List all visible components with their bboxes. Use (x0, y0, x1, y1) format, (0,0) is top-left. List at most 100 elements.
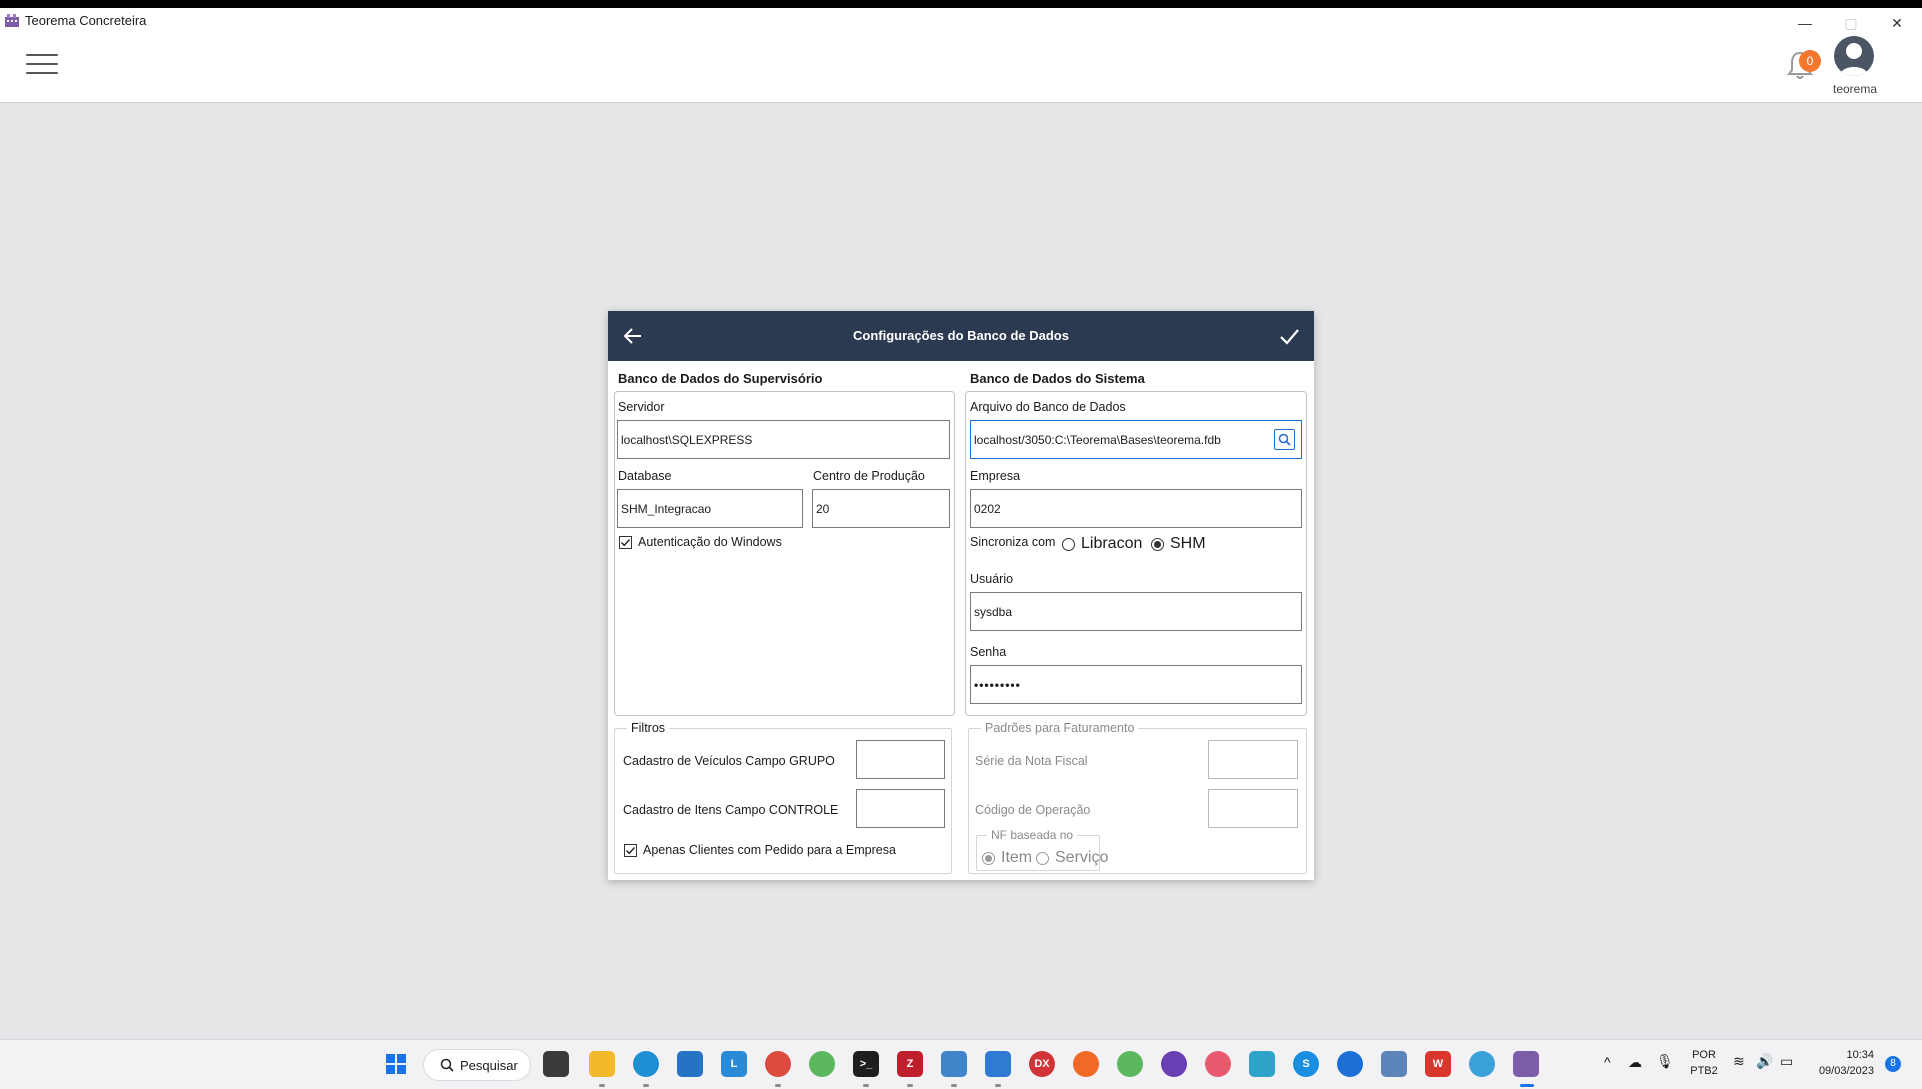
file-explorer-icon[interactable] (589, 1051, 615, 1077)
cloud-icon[interactable]: ☁ (1628, 1054, 1642, 1071)
radio-unchecked-icon (1036, 851, 1049, 865)
radio-checked-icon (982, 851, 995, 865)
servidor-input[interactable]: localhost\SQLEXPRESS (617, 420, 950, 459)
wifi-icon[interactable]: ≋ (1733, 1053, 1745, 1070)
chrome-icon[interactable] (765, 1051, 791, 1077)
lang-top[interactable]: POR (1688, 1049, 1720, 1061)
volume-icon[interactable]: 🔊 (1756, 1053, 1773, 1070)
window-title: Teorema Concreteira (25, 13, 147, 28)
arquivo-label: Arquivo do Banco de Dados (970, 400, 1126, 414)
radio-unchecked-icon (1062, 537, 1075, 551)
apenas-clientes-checkbox[interactable]: Apenas Clientes com Pedido para a Empres… (624, 843, 896, 857)
usuario-label: Usuário (970, 572, 1014, 586)
microphone-icon[interactable]: 🎙 (1656, 1053, 1674, 1070)
taskbar: Pesquisar L >_ Z DX S W ^ ☁ 🎙 POR PTB2 ≋… (0, 1039, 1922, 1089)
veiculos-grupo-input[interactable] (856, 740, 945, 779)
checkbox-checked-icon (624, 843, 637, 857)
avatar[interactable] (1834, 36, 1874, 76)
chat-app-icon[interactable] (1205, 1051, 1231, 1077)
servidor-label: Servidor (618, 400, 665, 414)
serie-nf-label: Série da Nota Fiscal (975, 754, 1088, 768)
wps-icon[interactable]: W (1425, 1051, 1451, 1077)
veiculos-grupo-label: Cadastro de Veículos Campo GRUPO (623, 754, 835, 768)
skype-icon[interactable]: S (1293, 1051, 1319, 1077)
auth-windows-checkbox[interactable]: Autenticação do Windows (619, 535, 782, 549)
store-icon[interactable] (677, 1051, 703, 1077)
close-icon: ✕ (1891, 14, 1903, 31)
search-icon (1278, 433, 1291, 446)
codigo-operacao-label: Código de Operação (975, 803, 1091, 817)
libracon-label: Libracon (1081, 535, 1143, 552)
radio-item[interactable]: Item (982, 849, 1032, 867)
user-name: teorema (1832, 82, 1878, 96)
clock-date[interactable]: 09/03/2023 (1810, 1065, 1874, 1077)
database-label: Database (618, 469, 672, 483)
item-label: Item (1001, 849, 1033, 866)
auth-windows-label: Autenticação do Windows (638, 535, 782, 549)
task-view-icon[interactable] (543, 1051, 569, 1077)
chevron-up-icon[interactable]: ^ (1604, 1054, 1611, 1070)
network-app-icon[interactable] (809, 1051, 835, 1077)
dialog-header: Configurações do Banco de Dados (608, 311, 1314, 361)
remote-desktop-icon[interactable] (941, 1051, 967, 1077)
minimize-icon: — (1798, 15, 1812, 31)
radio-checked-icon (1151, 537, 1164, 551)
network-app-2-icon[interactable] (1117, 1051, 1143, 1077)
database-config-dialog: Configurações do Banco de Dados Banco de… (608, 311, 1314, 880)
maps-icon[interactable] (1337, 1051, 1363, 1077)
battery-icon[interactable]: ▭ (1780, 1053, 1793, 1070)
radio-servico[interactable]: Serviço (1036, 849, 1108, 867)
arquivo-value: localhost/3050:C:\Teorema\Bases\teorema.… (974, 432, 1221, 447)
browser-app-icon[interactable] (1381, 1051, 1407, 1077)
checkbox-checked-icon (619, 535, 632, 549)
clock-time[interactable]: 10:34 (1810, 1049, 1874, 1061)
maximize-icon: ▢ (1844, 14, 1858, 31)
centro-producao-input[interactable]: 20 (812, 489, 950, 528)
app-header: 0 teorema (0, 30, 1922, 103)
devexpress-icon[interactable]: DX (1029, 1051, 1055, 1077)
usuario-input[interactable]: sysdba (970, 592, 1302, 631)
empresa-input[interactable]: 0202 (970, 489, 1302, 528)
senha-label: Senha (970, 645, 1007, 659)
servico-label: Serviço (1055, 849, 1109, 866)
centro-producao-label: Centro de Produção (813, 469, 925, 483)
user-icon (1840, 43, 1868, 76)
snipping-icon[interactable] (1249, 1051, 1275, 1077)
apenas-clientes-label: Apenas Clientes com Pedido para a Empres… (643, 843, 896, 857)
globe-icon[interactable] (1161, 1051, 1187, 1077)
notepad-icon[interactable] (985, 1051, 1011, 1077)
world-icon[interactable] (1469, 1051, 1495, 1077)
supervisorio-title: Banco de Dados do Supervisório (618, 371, 823, 386)
teorema-app-icon[interactable] (1513, 1051, 1539, 1077)
notification-count-badge[interactable]: 8 (1885, 1056, 1901, 1072)
lang-bottom[interactable]: PTB2 (1688, 1065, 1720, 1077)
radio-shm[interactable]: SHM (1151, 535, 1206, 553)
senha-input[interactable]: ••••••••• (970, 665, 1302, 704)
serie-nf-input[interactable] (1208, 740, 1298, 779)
terminal-icon[interactable]: >_ (853, 1051, 879, 1077)
windows-start-icon[interactable] (383, 1051, 409, 1077)
itens-controle-label: Cadastro de Itens Campo CONTROLE (623, 803, 839, 817)
filezilla-icon[interactable]: Z (897, 1051, 923, 1077)
search-icon (440, 1058, 454, 1072)
sincroniza-label: Sincroniza com (970, 535, 1056, 549)
arquivo-input[interactable]: localhost/3050:C:\Teorema\Bases\teorema.… (970, 420, 1302, 459)
l-app-icon[interactable]: L (721, 1051, 747, 1077)
radio-libracon[interactable]: Libracon (1062, 535, 1142, 553)
itens-controle-input[interactable] (856, 789, 945, 828)
empresa-label: Empresa (970, 469, 1021, 483)
browse-file-button[interactable] (1274, 429, 1295, 450)
nf-baseada-title: NF baseada no (991, 828, 1074, 842)
edge-icon[interactable] (633, 1051, 659, 1077)
search-label: Pesquisar (460, 1057, 518, 1073)
database-input[interactable]: SHM_Integracao (617, 489, 803, 528)
pencil-app-icon[interactable] (1073, 1051, 1099, 1077)
hamburger-icon[interactable] (26, 54, 58, 76)
app-icon (5, 14, 19, 27)
faturamento-title: Padrões para Faturamento (985, 721, 1135, 735)
notification-badge: 0 (1799, 50, 1821, 72)
codigo-operacao-input[interactable] (1208, 789, 1298, 828)
filtros-title: Filtros (631, 721, 666, 735)
taskbar-search[interactable]: Pesquisar (423, 1049, 531, 1081)
check-icon[interactable] (1278, 325, 1300, 347)
